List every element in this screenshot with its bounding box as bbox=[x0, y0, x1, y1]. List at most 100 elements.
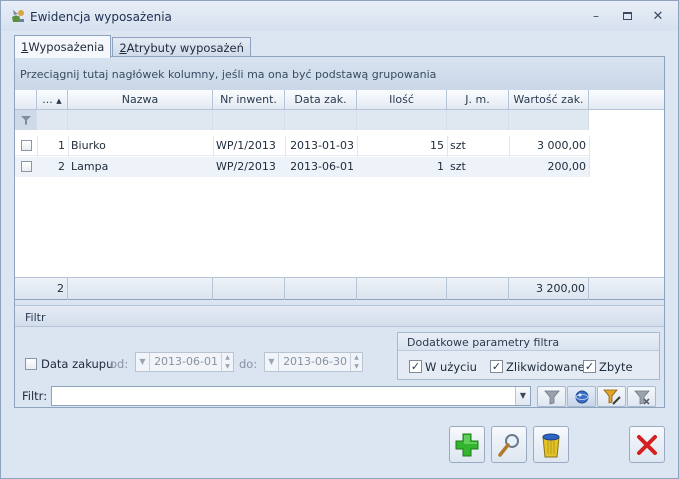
cell-ilosc: 15 bbox=[430, 139, 444, 152]
filter-row-cell[interactable] bbox=[68, 110, 213, 130]
sort-asc-icon: ▲ bbox=[56, 97, 62, 105]
filter-row-cell[interactable] bbox=[37, 110, 68, 130]
table-row[interactable]: 2 Lampa WP/2/2013 2013-06-01 1 szt 200,0… bbox=[15, 157, 589, 177]
param-label: W użyciu bbox=[425, 360, 477, 374]
param-checkbox-w-uzyciu[interactable]: ✓ bbox=[409, 360, 422, 373]
app-icon bbox=[12, 10, 24, 22]
grid-line bbox=[589, 136, 590, 177]
filter-row-cell[interactable] bbox=[285, 110, 357, 130]
table-row[interactable]: 1 Biurko WP/1/2013 2013-01-03 15 szt 3 0… bbox=[15, 136, 589, 156]
cell-data-zak: 2013-06-01 bbox=[290, 160, 354, 173]
column-header-select[interactable] bbox=[15, 90, 37, 110]
cell-lp: 1 bbox=[58, 139, 65, 152]
summary-total: 3 200,00 bbox=[509, 278, 589, 300]
filter-builder-button[interactable] bbox=[597, 386, 626, 407]
date-filter-label: Data zakupu bbox=[41, 357, 114, 371]
column-header-nr-inwent[interactable]: Nr inwent. bbox=[213, 90, 285, 110]
date-from-label: od: bbox=[110, 357, 129, 371]
param-label: Zlikwidowane bbox=[506, 360, 585, 374]
row-checkbox[interactable] bbox=[21, 161, 32, 172]
filter-row-cell[interactable] bbox=[509, 110, 589, 130]
summary-count: 2 bbox=[15, 278, 68, 300]
clear-filter-button[interactable] bbox=[627, 386, 656, 407]
param-checkbox-zbyte[interactable]: ✓ bbox=[583, 360, 596, 373]
delete-button[interactable] bbox=[533, 426, 569, 463]
group-by-hint[interactable]: Przeciągnij tutaj nagłówek kolumny, jeśl… bbox=[15, 57, 664, 90]
apply-filter-button[interactable] bbox=[537, 386, 566, 407]
filter-input[interactable]: ▼ bbox=[51, 386, 531, 406]
spin-icon[interactable]: ▲ ▼ bbox=[221, 353, 233, 371]
tab-strip: 1 Wyposażenia 2 Atrybuty wyposażeń bbox=[14, 35, 252, 58]
funnel-clear-icon bbox=[633, 390, 650, 405]
cell-nazwa: Lampa bbox=[71, 160, 109, 173]
date-to-label: do: bbox=[239, 357, 258, 371]
filter-row-cell[interactable] bbox=[357, 110, 447, 130]
maximize-icon[interactable] bbox=[617, 8, 637, 24]
date-from-field[interactable]: ▼ 2013-06-01 ▲ ▼ bbox=[135, 352, 234, 372]
red-x-icon bbox=[637, 434, 657, 455]
cell-jm: szt bbox=[450, 139, 466, 152]
grid-summary-footer: 2 3 200,00 bbox=[15, 277, 664, 300]
minimize-icon[interactable]: – bbox=[586, 8, 606, 24]
column-header-data-zak[interactable]: Data zak. bbox=[285, 90, 357, 110]
cell-nr-inwent: WP/1/2013 bbox=[216, 139, 276, 152]
spin-icon[interactable]: ▲ ▼ bbox=[350, 353, 362, 371]
plus-icon bbox=[455, 433, 479, 456]
cell-jm: szt bbox=[450, 160, 466, 173]
tab-key: 2 bbox=[119, 40, 127, 55]
date-to-value: 2013-06-30 bbox=[283, 355, 347, 368]
filter-params-group: Dodatkowe parametry filtra ✓ W użyciu ✓ … bbox=[397, 332, 660, 380]
column-header-nazwa[interactable]: Nazwa bbox=[68, 90, 213, 110]
filter-wizard-button[interactable] bbox=[567, 386, 596, 407]
tab-panel: Przeciągnij tutaj nagłówek kolumny, jeśl… bbox=[14, 56, 665, 408]
cell-wartosc: 3 000,00 bbox=[537, 139, 586, 152]
filter-section-title[interactable]: Filtr bbox=[15, 305, 664, 327]
column-header-jm[interactable]: J. m. bbox=[447, 90, 509, 110]
tab-wyposazenia[interactable]: 1 Wyposażenia bbox=[14, 35, 112, 58]
view-button[interactable] bbox=[491, 426, 527, 463]
cell-wartosc: 200,00 bbox=[547, 160, 587, 173]
summary-cell bbox=[213, 278, 285, 300]
date-filter-checkbox[interactable] bbox=[25, 358, 37, 370]
date-to-field[interactable]: ▼ 2013-06-30 ▲ ▼ bbox=[264, 352, 363, 372]
close-button[interactable] bbox=[629, 426, 665, 463]
cell-lp: 2 bbox=[58, 160, 65, 173]
param-checkbox-zlikwidowane[interactable]: ✓ bbox=[490, 360, 503, 373]
equipment-grid: Przeciągnij tutaj nagłówek kolumny, jeśl… bbox=[15, 57, 664, 300]
filter-row-icon bbox=[21, 116, 31, 125]
magnifier-icon bbox=[498, 433, 519, 457]
column-header-lp[interactable]: ... ▲ bbox=[37, 90, 68, 110]
summary-cell bbox=[68, 278, 213, 300]
row-checkbox[interactable] bbox=[21, 140, 32, 151]
date-from-value: 2013-06-01 bbox=[154, 355, 218, 368]
column-header-empty bbox=[589, 90, 664, 110]
trash-icon bbox=[542, 433, 560, 457]
filter-row-icon-cell[interactable] bbox=[15, 110, 37, 130]
column-header-ilosc[interactable]: Ilość bbox=[357, 90, 447, 110]
tab-label: Atrybuty wyposażeń bbox=[126, 40, 244, 55]
cell-nazwa: Biurko bbox=[71, 139, 106, 152]
column-label: ... bbox=[42, 93, 53, 106]
column-header-wartosc[interactable]: Wartość zak. bbox=[509, 90, 589, 110]
param-label: Zbyte bbox=[599, 360, 633, 374]
chevron-down-icon[interactable]: ▼ bbox=[265, 353, 279, 371]
cell-data-zak: 2013-01-03 bbox=[290, 139, 354, 152]
window-title: Ewidencja wyposażenia bbox=[30, 10, 172, 24]
close-icon[interactable]: ✕ bbox=[648, 8, 668, 24]
cell-nr-inwent: WP/2/2013 bbox=[216, 160, 276, 173]
chevron-down-icon[interactable]: ▼ bbox=[136, 353, 150, 371]
window: Ewidencja wyposażenia – ✕ 1 Wyposażenia … bbox=[0, 0, 679, 479]
summary-cell bbox=[447, 278, 509, 300]
globe-icon bbox=[575, 390, 588, 403]
filter-row-cell[interactable] bbox=[213, 110, 285, 130]
tab-atrybuty[interactable]: 2 Atrybuty wyposażeń bbox=[112, 37, 251, 57]
funnel-wand-icon bbox=[602, 389, 621, 405]
summary-cell bbox=[357, 278, 447, 300]
chevron-down-icon[interactable]: ▼ bbox=[515, 387, 530, 405]
filter-row-cell[interactable] bbox=[447, 110, 509, 130]
tab-key: 1 bbox=[21, 40, 29, 54]
add-button[interactable] bbox=[449, 426, 485, 463]
cell-ilosc: 1 bbox=[437, 160, 444, 173]
tab-label: Wyposażenia bbox=[28, 40, 105, 54]
summary-cell bbox=[285, 278, 357, 300]
